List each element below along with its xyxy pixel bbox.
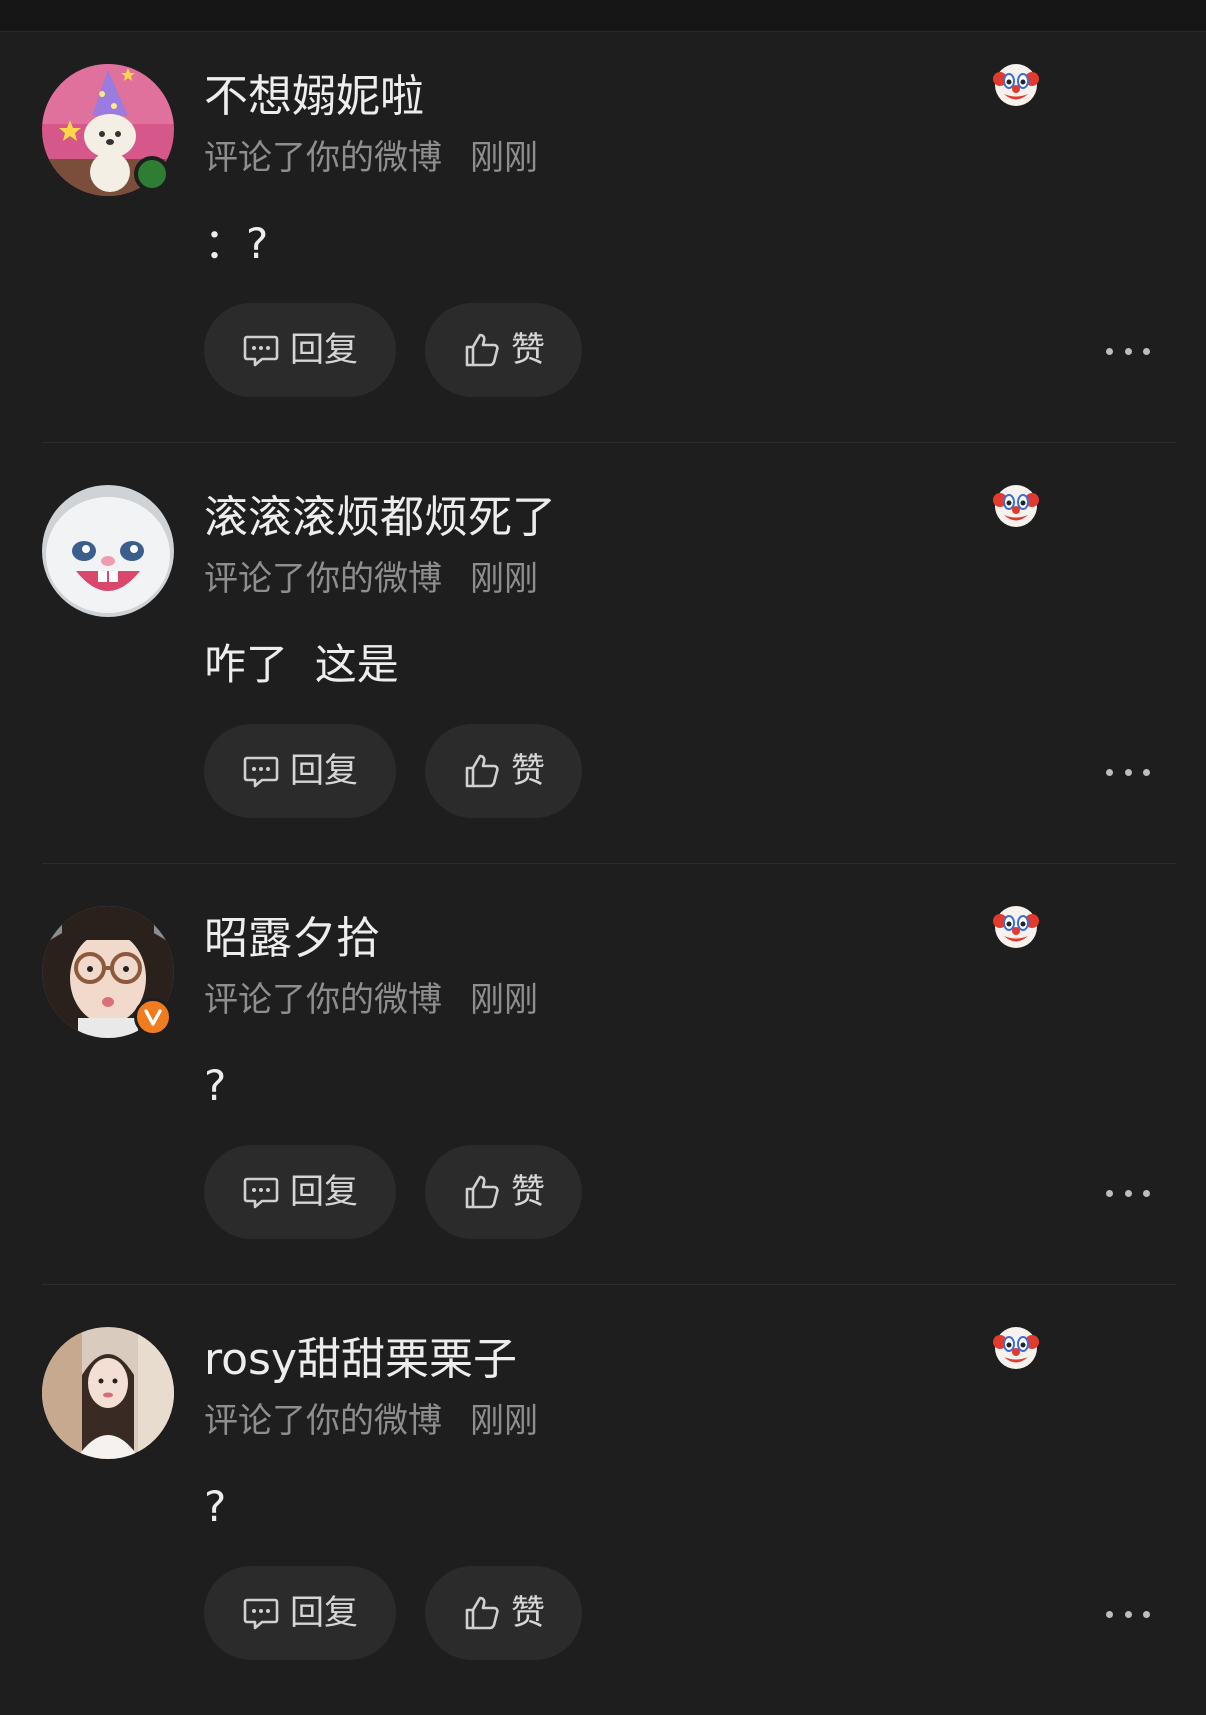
username[interactable]: rosy甜甜栗栗子 xyxy=(204,1330,517,1390)
comment-meta: 评论了你的微博 刚刚 xyxy=(204,556,538,602)
comment-meta: 评论了你的微博 刚刚 xyxy=(204,135,538,181)
avatar[interactable] xyxy=(42,64,174,196)
reply-label: 回复 xyxy=(290,1172,358,1212)
timestamp: 刚刚 xyxy=(470,138,538,178)
action-text: 评论了你的微博 xyxy=(204,559,442,599)
clown-face-icon xyxy=(993,906,1039,948)
username[interactable]: 不想嫋妮啦 xyxy=(204,67,424,127)
timestamp: 刚刚 xyxy=(470,1401,538,1441)
online-status-dot xyxy=(134,156,170,192)
more-options-icon[interactable] xyxy=(1106,754,1150,790)
comment-item: 滚滚滚烦都烦死了 评论了你的微博 刚刚 咋了 这是 回复 赞 xyxy=(0,452,1206,873)
divider xyxy=(42,863,1176,864)
timestamp: 刚刚 xyxy=(470,980,538,1020)
like-label: 赞 xyxy=(511,751,545,791)
clown-face-icon xyxy=(993,64,1039,106)
reply-label: 回复 xyxy=(290,330,358,370)
comment-bubble-icon xyxy=(243,756,279,788)
verified-badge-icon xyxy=(134,998,172,1036)
thumbs-up-icon xyxy=(465,333,499,367)
thumbs-up-icon xyxy=(465,1596,499,1630)
action-text: 评论了你的微博 xyxy=(204,138,442,178)
like-label: 赞 xyxy=(511,1172,545,1212)
username[interactable]: 滚滚滚烦都烦死了 xyxy=(204,488,556,548)
more-options-icon[interactable] xyxy=(1106,333,1150,369)
divider xyxy=(42,1284,1176,1285)
comment-item: 不想嫋妮啦 评论了你的微博 刚刚 ：? 回复 赞 xyxy=(0,31,1206,452)
comment-bubble-icon xyxy=(243,1177,279,1209)
avatar[interactable] xyxy=(42,485,174,617)
like-button[interactable]: 赞 xyxy=(425,303,582,397)
like-label: 赞 xyxy=(511,330,545,370)
comment-item: rosy甜甜栗栗子 评论了你的微博 刚刚 ? 回复 赞 xyxy=(0,1294,1206,1715)
comment-text: 咋了 这是 xyxy=(204,640,399,689)
divider xyxy=(42,442,1176,443)
comment-meta: 评论了你的微博 刚刚 xyxy=(204,1398,538,1444)
reply-label: 回复 xyxy=(290,751,358,791)
comment-item: 昭露夕拾 评论了你的微博 刚刚 ? 回复 赞 xyxy=(0,873,1206,1294)
comment-text: ? xyxy=(204,1061,227,1110)
like-button[interactable]: 赞 xyxy=(425,1566,582,1660)
comment-text: ：? xyxy=(204,219,269,268)
username[interactable]: 昭露夕拾 xyxy=(204,909,380,969)
avatar[interactable] xyxy=(42,906,174,1038)
clown-face-icon xyxy=(993,485,1039,527)
comment-text: ? xyxy=(204,1482,227,1531)
reply-button[interactable]: 回复 xyxy=(204,303,396,397)
more-options-icon[interactable] xyxy=(1106,1175,1150,1211)
comment-bubble-icon xyxy=(243,1598,279,1630)
more-options-icon[interactable] xyxy=(1106,1596,1150,1632)
thumbs-up-icon xyxy=(465,754,499,788)
clown-face-icon xyxy=(993,1327,1039,1369)
reply-button[interactable]: 回复 xyxy=(204,1566,396,1660)
reply-button[interactable]: 回复 xyxy=(204,1145,396,1239)
top-bar xyxy=(0,0,1206,32)
thumbs-up-icon xyxy=(465,1175,499,1209)
comment-meta: 评论了你的微博 刚刚 xyxy=(204,977,538,1023)
reply-label: 回复 xyxy=(290,1593,358,1633)
like-label: 赞 xyxy=(511,1593,545,1633)
action-text: 评论了你的微博 xyxy=(204,980,442,1020)
like-button[interactable]: 赞 xyxy=(425,1145,582,1239)
action-text: 评论了你的微博 xyxy=(204,1401,442,1441)
avatar[interactable] xyxy=(42,1327,174,1459)
like-button[interactable]: 赞 xyxy=(425,724,582,818)
timestamp: 刚刚 xyxy=(470,559,538,599)
comment-bubble-icon xyxy=(243,335,279,367)
reply-button[interactable]: 回复 xyxy=(204,724,396,818)
